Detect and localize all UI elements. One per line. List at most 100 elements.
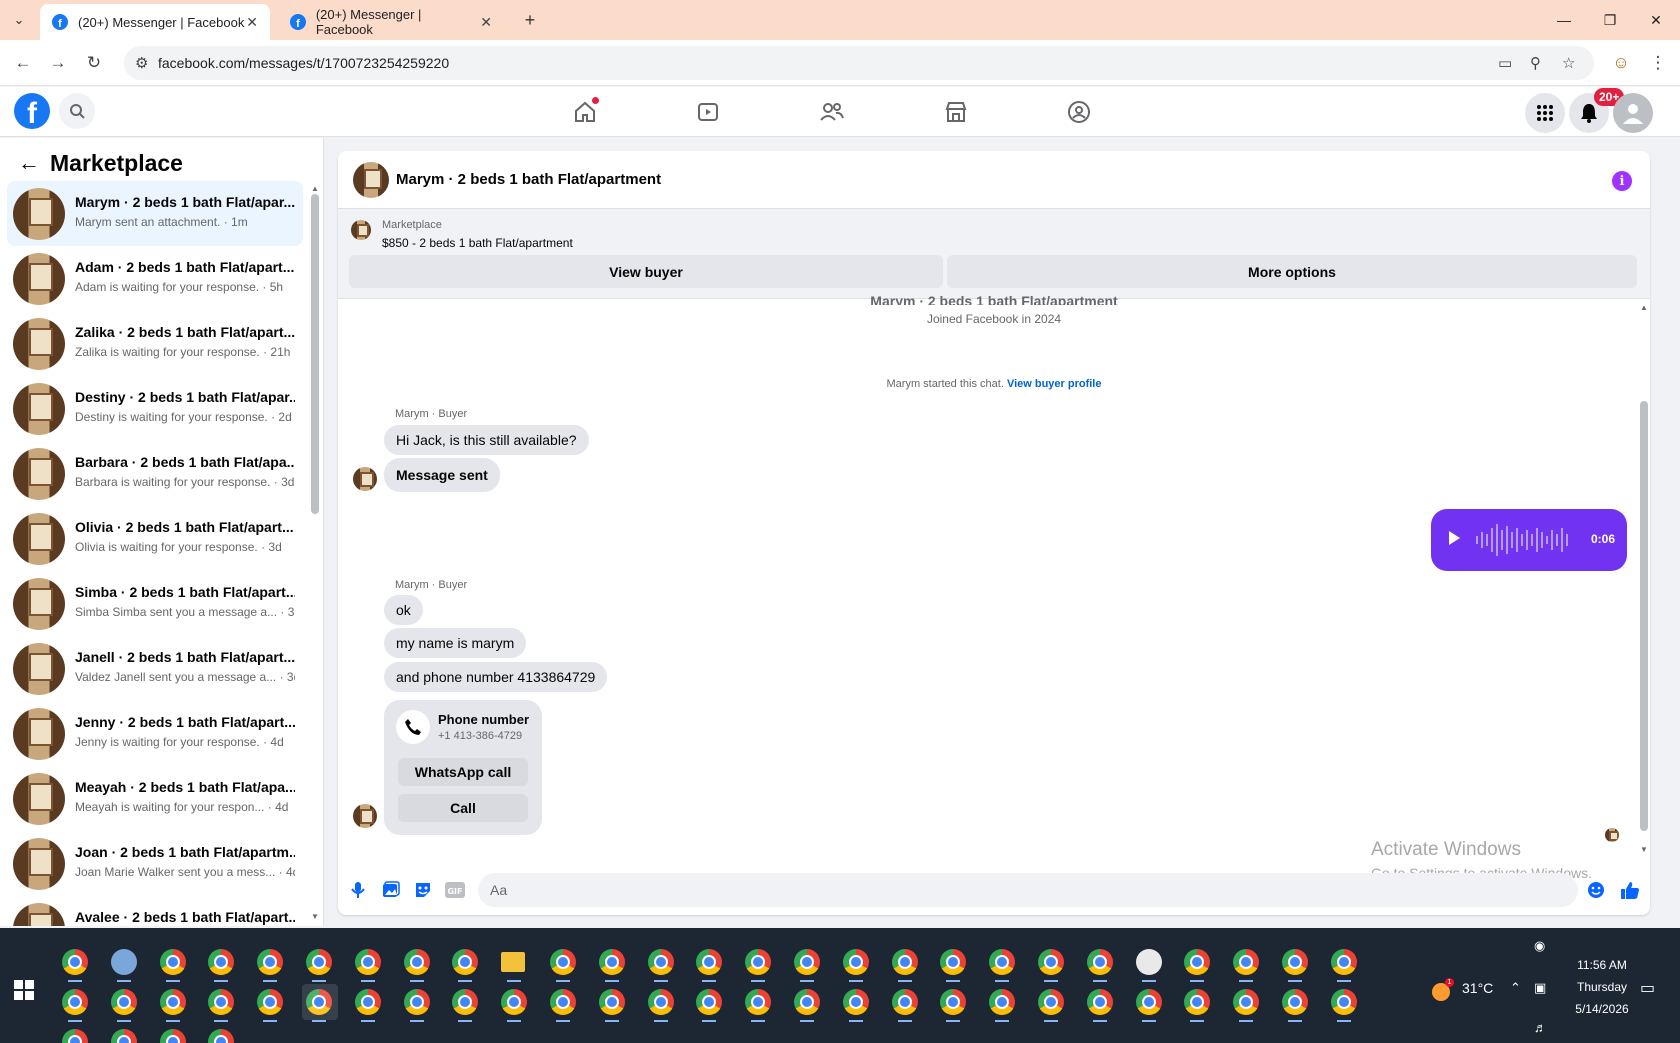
scroll-up-arrow-icon[interactable]: ▲ [1640, 303, 1648, 312]
chrome-taskbar-icon[interactable] [940, 949, 966, 975]
groups-icon[interactable] [1062, 95, 1096, 129]
chrome-taskbar-icon[interactable] [550, 949, 576, 975]
chrome-taskbar-icon[interactable] [355, 949, 381, 975]
temperature[interactable]: 31°C [1462, 980, 1493, 996]
chrome-taskbar-icon[interactable] [111, 989, 137, 1015]
chrome-taskbar-icon[interactable] [208, 949, 234, 975]
whatsapp-call-button[interactable]: WhatsApp call [398, 758, 528, 786]
voice-message[interactable]: 0:06 [1431, 509, 1627, 571]
bookmark-star-icon[interactable]: ☆ [1562, 54, 1575, 72]
close-window-icon[interactable]: ✕ [1633, 0, 1679, 40]
chrome-taskbar-icon[interactable] [306, 949, 332, 975]
conversation-item[interactable]: Adam · 2 beds 1 bath Flat/apart... Adam … [7, 246, 303, 311]
chrome-taskbar-icon[interactable] [599, 949, 625, 975]
site-info-icon[interactable]: ⚙ [135, 54, 148, 72]
facebook-logo[interactable]: f [14, 93, 50, 129]
conversation-item[interactable]: Jenny · 2 beds 1 bath Flat/apart... Jenn… [7, 701, 303, 766]
chrome-taskbar-icon[interactable] [160, 1029, 186, 1043]
message-bubble[interactable]: my name is marym [384, 628, 527, 658]
chrome-taskbar-icon[interactable] [989, 949, 1015, 975]
chat-title[interactable]: Marym · 2 beds 1 bath Flat/apartment [396, 171, 661, 188]
chrome-taskbar-icon[interactable] [208, 989, 234, 1015]
search-icon[interactable] [59, 93, 95, 129]
chrome-taskbar-icon[interactable] [989, 989, 1015, 1015]
url-omnibox[interactable]: ⚙ facebook.com/messages/t/17007232542592… [124, 46, 1594, 80]
chrome-taskbar-icon[interactable] [648, 989, 674, 1015]
back-arrow-icon[interactable]: ← [12, 52, 34, 74]
chrome-taskbar-icon[interactable] [794, 949, 820, 975]
chrome-taskbar-icon[interactable] [1184, 989, 1210, 1015]
buyer-avatar[interactable] [353, 804, 377, 828]
sticker-icon[interactable] [413, 880, 433, 900]
zoom-icon[interactable]: ⚲ [1530, 54, 1541, 72]
chrome-taskbar-icon[interactable] [1331, 989, 1357, 1015]
like-thumb-icon[interactable] [1620, 880, 1640, 900]
restore-window-icon[interactable]: ❐ [1587, 0, 1633, 40]
chrome-taskbar-icon[interactable] [160, 989, 186, 1015]
back-arrow-icon[interactable]: ← [16, 150, 42, 176]
browser-menu-icon[interactable]: ⋮ [1647, 52, 1669, 74]
emoji-icon[interactable] [1586, 880, 1606, 900]
network-icon[interactable]: ▣ [1534, 980, 1546, 996]
chrome-taskbar-icon[interactable] [1087, 989, 1113, 1015]
install-app-icon[interactable]: ▭ [1498, 54, 1512, 72]
chrome-taskbar-icon[interactable] [745, 949, 771, 975]
chrome-taskbar-icon[interactable] [257, 989, 283, 1015]
tab-search-chevron-icon[interactable]: ⌄ [8, 9, 30, 31]
chrome-taskbar-icon[interactable] [302, 984, 338, 1020]
forward-arrow-icon[interactable]: → [47, 52, 69, 74]
volume-icon[interactable]: ♬ [1534, 1020, 1547, 1035]
chrome-taskbar-icon[interactable] [1038, 989, 1064, 1015]
chrome-taskbar-icon[interactable] [892, 989, 918, 1015]
close-tab-icon[interactable]: ✕ [480, 14, 492, 31]
friends-icon[interactable] [815, 95, 849, 129]
scroll-down-arrow-icon[interactable]: ▼ [311, 912, 319, 921]
message-bubble[interactable]: Message sent [384, 458, 500, 492]
chrome-taskbar-icon[interactable] [1184, 949, 1210, 975]
chrome-taskbar-icon[interactable] [1233, 949, 1259, 975]
chrome-taskbar-icon[interactable] [62, 989, 88, 1015]
more-options-button[interactable]: More options [947, 255, 1637, 288]
minimize-window-icon[interactable]: — [1541, 0, 1587, 40]
chrome-taskbar-icon[interactable] [62, 949, 88, 975]
chrome-taskbar-icon[interactable] [1233, 989, 1259, 1015]
conversation-item[interactable]: Destiny · 2 beds 1 bath Flat/apar... Des… [7, 376, 303, 441]
chrome-taskbar-icon[interactable] [452, 949, 478, 975]
chrome-taskbar-icon[interactable] [648, 949, 674, 975]
conversation-item[interactable]: Janell · 2 beds 1 bath Flat/apart... Val… [7, 636, 303, 701]
scroll-down-arrow-icon[interactable]: ▼ [1640, 845, 1648, 854]
clock-time[interactable]: 11:56 AM [1570, 958, 1634, 972]
conversation-item[interactable]: Joan · 2 beds 1 bath Flat/apartm... Joan… [7, 831, 303, 896]
chrome-taskbar-icon[interactable] [257, 949, 283, 975]
gif-icon[interactable]: GIF [445, 880, 465, 900]
microphone-icon[interactable] [348, 880, 368, 900]
account-avatar[interactable] [1613, 93, 1653, 133]
view-buyer-button[interactable]: View buyer [349, 255, 943, 288]
sidebar-scrollbar[interactable] [311, 194, 319, 514]
browser-tab-1[interactable]: f (20+) Messenger | Facebook ✕ [40, 4, 270, 40]
chrome-taskbar-icon[interactable] [696, 949, 722, 975]
conversation-item[interactable]: Barbara · 2 beds 1 bath Flat/apa... Barb… [7, 441, 303, 506]
message-bubble[interactable]: ok [384, 595, 423, 625]
chrome-taskbar-icon[interactable] [160, 949, 186, 975]
chrome-taskbar-icon[interactable] [208, 1029, 234, 1043]
browser-tab-2[interactable]: f (20+) Messenger | Facebook ✕ [278, 4, 504, 40]
chrome-taskbar-icon[interactable] [404, 989, 430, 1015]
windows-start-icon[interactable] [14, 980, 34, 1000]
chrome-taskbar-icon[interactable] [940, 989, 966, 1015]
chrome-taskbar-icon[interactable] [1136, 989, 1162, 1015]
message-bubble[interactable]: and phone number 4133864729 [384, 662, 608, 692]
call-button[interactable]: Call [398, 794, 528, 822]
chat-avatar[interactable] [353, 162, 389, 198]
notification-center-icon[interactable]: ▭ [1640, 978, 1655, 998]
chrome-taskbar-icon[interactable] [892, 949, 918, 975]
chrome-taskbar-icon[interactable] [111, 1029, 137, 1043]
reload-icon[interactable]: ↻ [83, 52, 105, 74]
conversation-item[interactable]: Meayah · 2 beds 1 bath Flat/apa... Meaya… [7, 766, 303, 831]
chrome-taskbar-icon[interactable] [843, 989, 869, 1015]
close-tab-icon[interactable]: ✕ [246, 14, 258, 31]
listing-price[interactable]: $850 - 2 beds 1 bath Flat/apartment [382, 236, 573, 250]
conversation-item[interactable]: Simba · 2 beds 1 bath Flat/apart... Simb… [7, 571, 303, 636]
info-icon[interactable]: i [1612, 171, 1632, 191]
chrome-taskbar-icon[interactable] [843, 949, 869, 975]
